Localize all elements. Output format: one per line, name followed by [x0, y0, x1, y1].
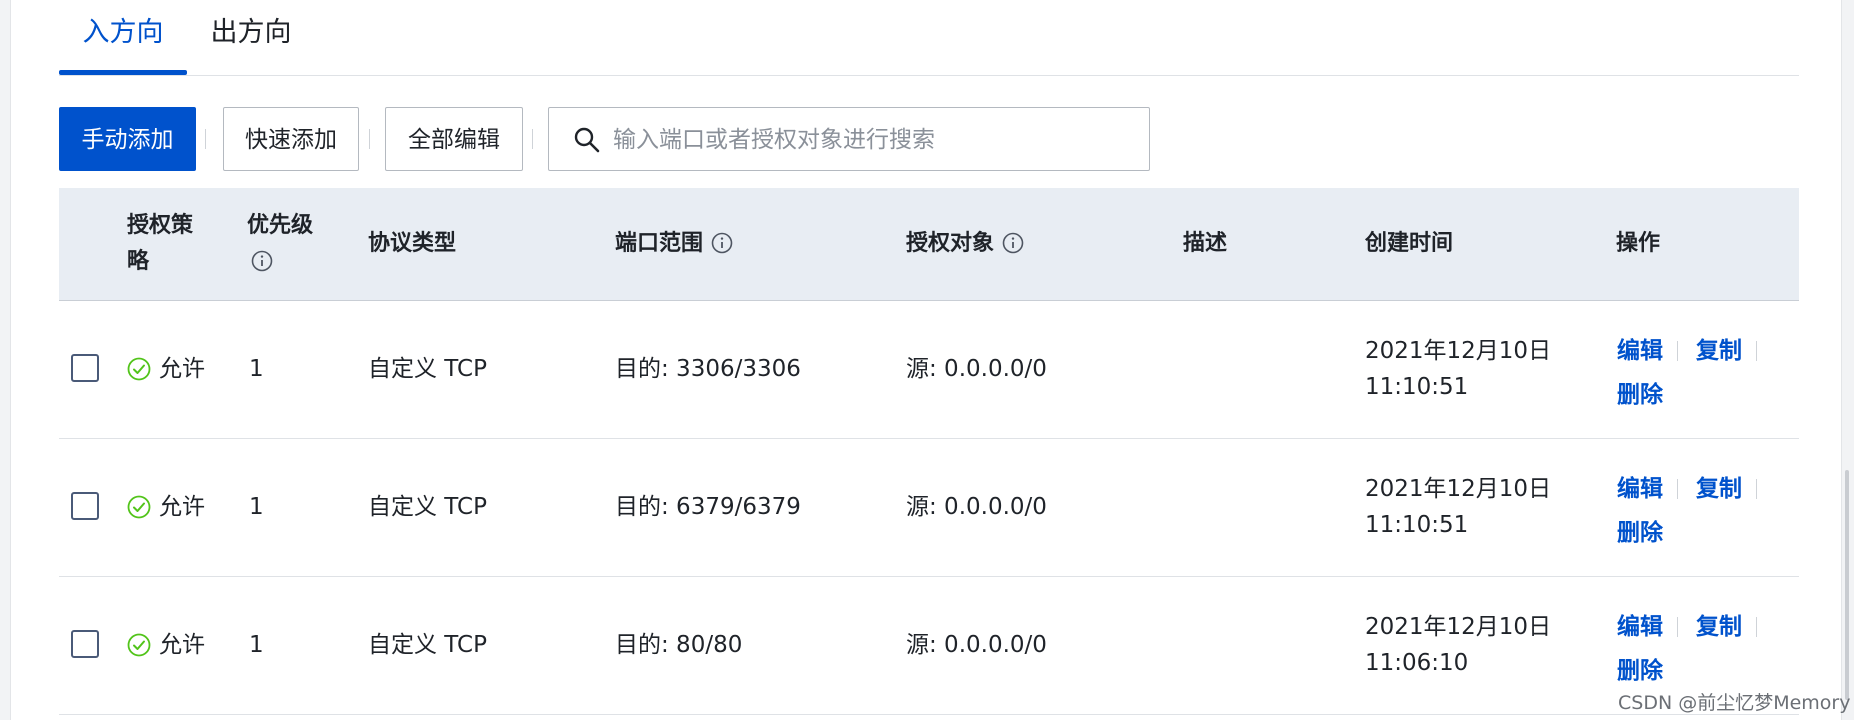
header-port-range: 端口范围 [615, 226, 733, 262]
port-range-value: 目的: 6379/6379 [615, 494, 801, 520]
rules-table: 授权策 略 优先级 协议类型 端口范围 授权对象 描述 创建时间 操作 允许 1… [59, 188, 1799, 715]
header-policy-line1: 授权策 [127, 213, 194, 238]
header-policy-line2: 略 [127, 249, 150, 274]
created-time: 11:06:10 [1365, 650, 1469, 676]
priority-value: 1 [249, 356, 264, 382]
priority-value: 1 [249, 632, 264, 658]
quick-add-button[interactable]: 快速添加 [223, 107, 359, 171]
policy-label: 允许 [159, 356, 205, 382]
edit-all-button[interactable]: 全部编辑 [385, 107, 523, 171]
delete-link[interactable]: 删除 [1617, 658, 1663, 684]
protocol-value: 自定义 TCP [368, 632, 487, 658]
action-divider [1756, 479, 1757, 499]
action-divider [1677, 341, 1678, 361]
toolbar-divider [369, 129, 370, 149]
header-actions: 操作 [1616, 231, 1661, 256]
policy-status: 允许 [127, 627, 205, 663]
table-header: 授权策 略 优先级 协议类型 端口范围 授权对象 描述 创建时间 操作 [59, 188, 1799, 301]
header-priority: 优先级 [247, 208, 313, 280]
created-date: 2021年12月10日 [1365, 338, 1552, 364]
auth-object-value: 源: 0.0.0.0/0 [906, 356, 1047, 382]
port-range-info-icon[interactable] [703, 231, 733, 256]
table-row: 允许 1 自定义 TCP 目的: 3306/3306 源: 0.0.0.0/0 … [59, 301, 1799, 439]
created-time: 11:10:51 [1365, 374, 1469, 400]
auth-object-value: 源: 0.0.0.0/0 [906, 494, 1047, 520]
header-policy: 授权策 略 [127, 208, 193, 280]
priority-info-icon[interactable] [247, 244, 313, 280]
row-checkbox[interactable] [71, 492, 99, 520]
priority-value: 1 [249, 494, 264, 520]
created-time: 11:10:51 [1365, 512, 1469, 538]
action-divider [1756, 617, 1757, 637]
toolbar-divider [532, 129, 533, 149]
action-divider [1677, 617, 1678, 637]
edit-link[interactable]: 编辑 [1617, 338, 1663, 364]
security-group-rules-panel: 入方向 出方向 手动添加 快速添加 全部编辑 授权策 略 [10, 0, 1842, 720]
watermark: CSDN @前尘忆梦Memory [1618, 692, 1851, 714]
copy-link[interactable]: 复制 [1696, 476, 1742, 502]
header-auth-object: 授权对象 [906, 226, 1024, 262]
protocol-value: 自定义 TCP [368, 494, 487, 520]
row-checkbox[interactable] [71, 354, 99, 382]
created-date: 2021年12月10日 [1365, 476, 1552, 502]
delete-link[interactable]: 删除 [1617, 520, 1663, 546]
table-row: 允许 1 自定义 TCP 目的: 80/80 源: 0.0.0.0/0 2021… [59, 577, 1799, 715]
policy-status: 允许 [127, 489, 205, 525]
toolbar: 手动添加 快速添加 全部编辑 [59, 107, 1459, 173]
search-input[interactable] [611, 108, 1135, 172]
row-actions: 编辑 复制 删除 [1617, 467, 1775, 555]
edit-link[interactable]: 编辑 [1617, 614, 1663, 640]
auth-object-value: 源: 0.0.0.0/0 [906, 632, 1047, 658]
copy-link[interactable]: 复制 [1696, 614, 1742, 640]
header-created: 创建时间 [1365, 231, 1454, 256]
copy-link[interactable]: 复制 [1696, 338, 1742, 364]
header-protocol: 协议类型 [368, 231, 457, 256]
check-circle-icon [127, 357, 151, 381]
policy-label: 允许 [159, 632, 205, 658]
created-date: 2021年12月10日 [1365, 614, 1552, 640]
row-checkbox[interactable] [71, 630, 99, 658]
manual-add-button[interactable]: 手动添加 [59, 107, 196, 171]
port-range-value: 目的: 3306/3306 [615, 356, 801, 382]
created-value: 2021年12月10日 11:06:10 [1365, 609, 1551, 681]
action-divider [1756, 341, 1757, 361]
header-priority-label: 优先级 [247, 213, 314, 238]
scrollbar[interactable] [1845, 470, 1849, 700]
delete-link[interactable]: 删除 [1617, 382, 1663, 408]
direction-tabs: 入方向 出方向 [59, 0, 1799, 76]
header-port-range-label: 端口范围 [615, 231, 704, 256]
created-value: 2021年12月10日 11:10:51 [1365, 333, 1551, 405]
check-circle-icon [127, 633, 151, 657]
toolbar-divider [205, 129, 206, 149]
protocol-value: 自定义 TCP [368, 356, 487, 382]
edit-link[interactable]: 编辑 [1617, 476, 1663, 502]
action-divider [1677, 479, 1678, 499]
check-circle-icon [127, 495, 151, 519]
table-row: 允许 1 自定义 TCP 目的: 6379/6379 源: 0.0.0.0/0 … [59, 439, 1799, 577]
port-range-value: 目的: 80/80 [615, 632, 743, 658]
tab-outbound[interactable]: 出方向 [207, 0, 295, 74]
header-auth-object-label: 授权对象 [906, 231, 995, 256]
search-icon [573, 126, 601, 154]
row-actions: 编辑 复制 删除 [1617, 605, 1775, 693]
tab-inbound[interactable]: 入方向 [59, 0, 187, 75]
policy-label: 允许 [159, 494, 205, 520]
row-actions: 编辑 复制 删除 [1617, 329, 1775, 417]
created-value: 2021年12月10日 11:10:51 [1365, 471, 1551, 543]
search-box [548, 107, 1150, 172]
auth-object-info-icon[interactable] [994, 231, 1024, 256]
policy-status: 允许 [127, 351, 205, 387]
header-description: 描述 [1183, 231, 1228, 256]
